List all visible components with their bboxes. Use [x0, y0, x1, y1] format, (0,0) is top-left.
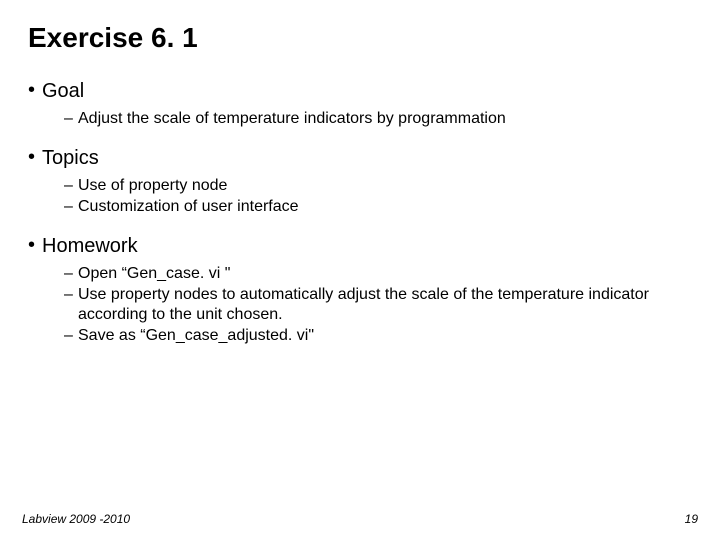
list-item: Adjust the scale of temperature indicato… — [64, 109, 692, 129]
list-item: Use property nodes to automatically adju… — [64, 285, 692, 326]
list-item: Open “Gen_case. vi " — [64, 264, 692, 284]
section-topics: Topics Use of property node Customizatio… — [28, 147, 692, 217]
list-item: Use of property node — [64, 176, 692, 196]
section-head-goal: Goal — [28, 80, 692, 103]
section-homework: Homework Open “Gen_case. vi " Use proper… — [28, 235, 692, 346]
section-head-topics: Topics — [28, 147, 692, 170]
section-head-homework: Homework — [28, 235, 692, 258]
footer-left: Labview 2009 -2010 — [22, 512, 130, 526]
section-goal: Goal Adjust the scale of temperature ind… — [28, 80, 692, 129]
footer-page-number: 19 — [685, 512, 698, 526]
section-items-topics: Use of property node Customization of us… — [28, 176, 692, 217]
section-items-homework: Open “Gen_case. vi " Use property nodes … — [28, 264, 692, 346]
section-items-goal: Adjust the scale of temperature indicato… — [28, 109, 692, 129]
slide-title: Exercise 6. 1 — [28, 22, 692, 54]
list-item: Save as “Gen_case_adjusted. vi" — [64, 326, 692, 346]
list-item: Customization of user interface — [64, 197, 692, 217]
